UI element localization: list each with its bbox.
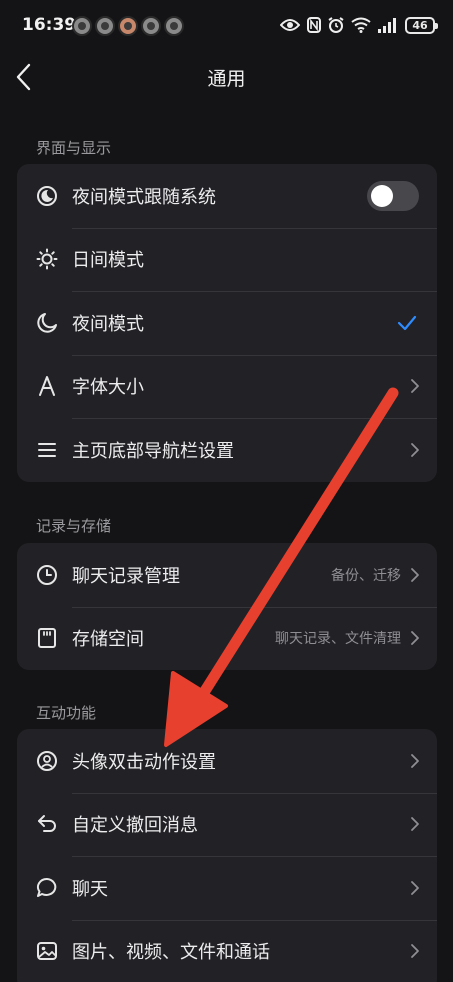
setting-avatar-double-tap[interactable]: 头像双击动作设置 (17, 729, 437, 793)
notification-icon (118, 16, 138, 36)
setting-chat-history[interactable]: 聊天记录管理 备份、迁移 (17, 543, 437, 607)
setting-value: 聊天记录、文件清理 (275, 631, 401, 648)
setting-storage-space[interactable]: 存储空间 聊天记录、文件清理 (17, 606, 437, 671)
setting-label: 聊天记录管理 (72, 565, 180, 587)
chevron-right-icon (411, 567, 419, 582)
setting-label: 主页底部导航栏设置 (72, 440, 234, 462)
section-title-display: 界面与显示 (36, 139, 112, 157)
setting-value: 备份、迁移 (331, 567, 401, 584)
settings-card-storage: 聊天记录管理 备份、迁移 存储空间 聊天记录、文件清理 (17, 543, 437, 670)
setting-night-follow-system[interactable]: 夜间模式跟随系统 (17, 164, 437, 228)
checkmark-icon (397, 315, 417, 330)
chat-bubble-icon (36, 877, 58, 899)
notification-icon (164, 16, 184, 36)
signal-icon (378, 17, 396, 33)
setting-label: 图片、视频、文件和通话 (72, 942, 270, 964)
setting-night-mode[interactable]: 夜间模式 (17, 291, 437, 355)
setting-font-size[interactable]: 字体大小 (17, 354, 437, 419)
clock-icon (36, 564, 58, 586)
moon-icon (36, 312, 58, 334)
image-icon (36, 940, 58, 962)
setting-label: 日间模式 (72, 250, 144, 272)
menu-icon (36, 439, 58, 461)
chevron-right-icon (411, 944, 419, 959)
status-time: 16:39 (22, 15, 77, 35)
setting-media-files-calls[interactable]: 图片、视频、文件和通话 (17, 919, 437, 982)
setting-label: 存储空间 (72, 629, 144, 651)
setting-chat[interactable]: 聊天 (17, 856, 437, 920)
chevron-right-icon (411, 379, 419, 394)
notification-icon (72, 16, 92, 36)
nfc-icon (307, 17, 321, 33)
setting-label: 聊天 (72, 878, 108, 900)
page-title: 通用 (207, 68, 246, 90)
font-size-icon (36, 375, 58, 397)
setting-label: 夜间模式 (72, 313, 144, 335)
sun-icon (36, 248, 58, 270)
wifi-icon (351, 17, 371, 33)
storage-card-icon (36, 627, 58, 649)
setting-label: 头像双击动作设置 (72, 751, 216, 773)
section-title-storage: 记录与存储 (36, 517, 112, 535)
night-follow-toggle[interactable] (367, 180, 419, 211)
battery-icon: 46 (405, 16, 438, 34)
setting-label: 夜间模式跟随系统 (72, 186, 216, 208)
setting-bottom-nav[interactable]: 主页底部导航栏设置 (17, 418, 437, 482)
setting-day-mode[interactable]: 日间模式 (17, 227, 437, 292)
eye-icon (280, 19, 300, 31)
avatar-icon (36, 750, 58, 772)
alarm-icon (328, 17, 344, 33)
night-mode-follow-icon (36, 185, 58, 207)
chevron-right-icon (411, 442, 419, 457)
setting-label: 自定义撤回消息 (72, 815, 198, 837)
setting-label: 字体大小 (72, 377, 144, 399)
undo-icon (36, 813, 58, 835)
chevron-right-icon (411, 753, 419, 768)
settings-card-interaction: 头像双击动作设置 自定义撤回消息 聊天 图片、视频、文件和通话 (17, 729, 437, 982)
status-bar: 16:39 46 (0, 0, 453, 52)
notification-icon (141, 16, 161, 36)
notification-icon (95, 16, 115, 36)
section-title-interaction: 互动功能 (36, 704, 97, 722)
settings-card-display: 夜间模式跟随系统 日间模式 夜间模式 字体大小 主页底部导航栏设置 (17, 164, 437, 482)
setting-custom-recall[interactable]: 自定义撤回消息 (17, 792, 437, 857)
chevron-right-icon (411, 880, 419, 895)
chevron-right-icon (411, 817, 419, 832)
chevron-right-icon (411, 631, 419, 646)
